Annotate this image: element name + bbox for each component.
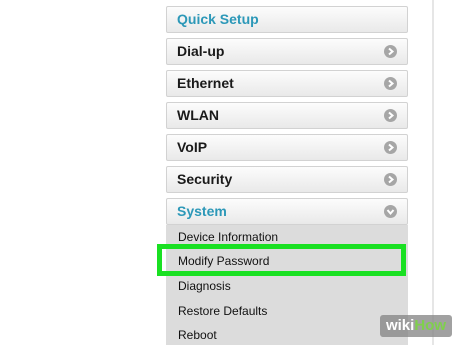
menu-label: WLAN	[177, 107, 219, 123]
menu-system[interactable]: System	[166, 198, 408, 225]
page-right-border	[432, 0, 434, 345]
highlight-box	[157, 244, 406, 276]
menu-label: System	[177, 203, 227, 219]
submenu-device-information[interactable]: Device Information	[178, 229, 278, 245]
watermark-how: How	[414, 317, 446, 334]
menu-dial-up[interactable]: Dial-up	[166, 38, 408, 65]
menu-label: Ethernet	[177, 75, 234, 91]
menu-wlan[interactable]: WLAN	[166, 102, 408, 129]
menu-label: Quick Setup	[177, 11, 259, 27]
menu-voip[interactable]: VoIP	[166, 134, 408, 161]
menu-quick-setup[interactable]: Quick Setup	[166, 6, 408, 33]
chevron-right-icon	[384, 173, 397, 186]
menu-label: Dial-up	[177, 43, 225, 59]
chevron-right-icon	[384, 77, 397, 90]
chevron-right-icon	[384, 45, 397, 58]
system-submenu: Device Information Modify Password Diagn…	[166, 225, 408, 345]
chevron-down-icon	[384, 205, 397, 218]
menu-security[interactable]: Security	[166, 166, 408, 193]
submenu-restore-defaults[interactable]: Restore Defaults	[178, 303, 267, 319]
wikihow-watermark: wikiHow	[379, 315, 452, 337]
chevron-right-icon	[384, 141, 397, 154]
menu-label: VoIP	[177, 139, 208, 155]
chevron-right-icon	[384, 109, 397, 122]
submenu-reboot[interactable]: Reboot	[178, 327, 217, 343]
menu-ethernet[interactable]: Ethernet	[166, 70, 408, 97]
watermark-wiki: wiki	[385, 317, 415, 334]
menu-label: Security	[177, 171, 233, 187]
submenu-diagnosis[interactable]: Diagnosis	[178, 278, 231, 294]
